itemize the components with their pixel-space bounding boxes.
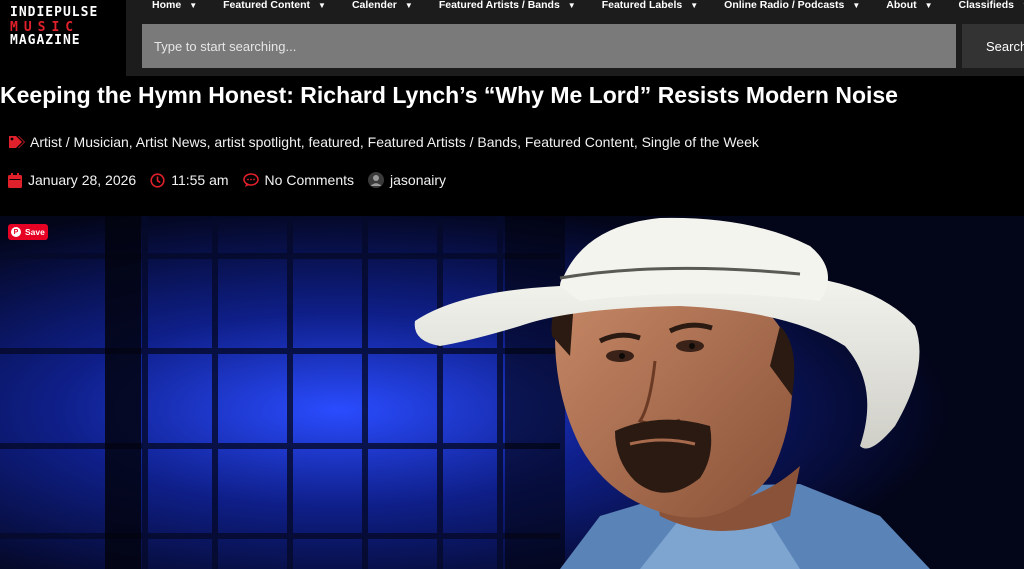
avatar — [368, 172, 385, 188]
artist-photo — [0, 216, 1024, 569]
clock-icon — [150, 172, 165, 188]
meta-comments[interactable]: No Comments — [242, 172, 355, 188]
meta-date[interactable]: January 28, 2026 — [8, 172, 136, 188]
save-label: Save — [25, 227, 45, 237]
nav-item-online-radio[interactable]: Online Radio / Podcasts ▼ — [724, 0, 861, 11]
author-text: jasonairy — [390, 172, 447, 188]
article-title: Keeping the Hymn Honest: Richard Lynch’s… — [0, 82, 898, 108]
chevron-down-icon: ▼ — [404, 0, 413, 10]
nav-item-calender[interactable]: Calender ▼ — [351, 0, 413, 11]
pinterest-save-button[interactable]: P Save — [8, 224, 48, 240]
chevron-down-icon: ▼ — [690, 0, 699, 10]
article-categories: Artist / Musician, Artist News, artist s… — [8, 134, 759, 150]
comments-text: No Comments — [264, 172, 355, 188]
meta-time: 11:55 am — [150, 172, 229, 188]
nav-label: About — [886, 0, 917, 11]
nav-label: Featured Content — [223, 0, 311, 11]
featured-image — [0, 216, 1024, 569]
time-text: 11:55 am — [171, 172, 229, 188]
article-meta: January 28, 2026 11:55 am No Comments ja… — [8, 172, 460, 188]
site-header: INDIEPULSE MUSIC MAGAZINE Home ▼ Featured… — [0, 0, 1024, 76]
nav-item-home[interactable]: Home ▼ — [152, 0, 198, 11]
nav-item-about[interactable]: About ▼ — [886, 0, 933, 11]
chevron-down-icon: ▼ — [318, 0, 326, 10]
nav-item-featured-content[interactable]: Featured Content ▼ — [223, 0, 326, 11]
chevron-down-icon: ▼ — [852, 0, 861, 10]
site-logo[interactable]: INDIEPULSE MUSIC MAGAZINE — [0, 0, 126, 76]
tags-icon — [8, 135, 26, 149]
meta-author[interactable]: jasonairy — [368, 172, 446, 188]
calendar-icon — [8, 172, 22, 188]
chevron-down-icon: ▼ — [567, 0, 576, 10]
nav-bar: Home ▼ Featured Content ▼ Calender ▼ Featur… — [126, 0, 1024, 76]
nav-label: Classifieds — [958, 0, 1014, 11]
nav-item-featured-labels[interactable]: Featured Labels ▼ — [601, 0, 699, 11]
nav-label: Home — [152, 0, 182, 11]
chevron-down-icon: ▼ — [189, 0, 198, 10]
nav-label: Featured Labels — [601, 0, 683, 11]
date-text: January 28, 2026 — [28, 172, 137, 188]
logo-line-1: INDIEPULSE — [10, 5, 99, 20]
nav-label: Online Radio / Podcasts — [724, 0, 845, 11]
nav-item-featured-artists[interactable]: Featured Artists / Bands ▼ — [438, 0, 576, 11]
pinterest-icon: P — [11, 227, 21, 237]
nav-item-classifieds[interactable]: Classifieds▼ — [958, 0, 1024, 11]
nav-label: Calender — [351, 0, 397, 11]
categories-list[interactable]: Artist / Musician, Artist News, artist s… — [30, 134, 759, 150]
comment-icon — [242, 172, 259, 187]
nav-label: Featured Artists / Bands — [438, 0, 560, 11]
logo-line-3: MAGAZINE — [10, 33, 81, 48]
search-input[interactable] — [142, 24, 956, 68]
chevron-down-icon: ▼ — [924, 0, 933, 10]
main-nav: Home ▼ Featured Content ▼ Calender ▼ Featur… — [126, 0, 1024, 14]
search-button[interactable]: Search — [962, 24, 1024, 68]
